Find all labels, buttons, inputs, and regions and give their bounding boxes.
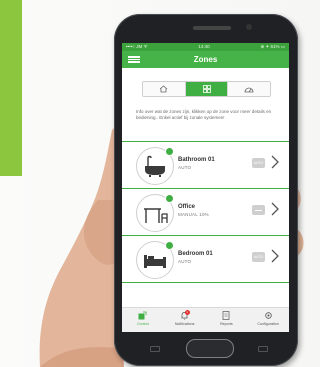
zones-grid-icon [202,85,211,93]
view-tabs [142,81,271,97]
zone-name: Bedroom 01 [178,251,213,257]
zone-name: Bathroom 01 [178,157,215,163]
app-screen: ••••○ JM ᯤ 14:40 ⊕ ✦ 61% ▭ Zones Info ov… [122,43,289,332]
house-icon [160,85,168,93]
zone-row-office[interactable]: Office MANUAL 10% [122,188,289,235]
zone-list: Bathroom 01 AUTO AUTO Office MANUAL 10% … [122,141,289,283]
status-bar: ••••○ JM ᯤ 14:40 ⊕ ✦ 61% ▭ [122,43,289,51]
front-camera [246,24,252,30]
tab-zones[interactable] [185,82,229,96]
chevron-right-icon[interactable] [270,154,280,170]
zone-status-icon [165,194,174,203]
home-button[interactable] [186,339,234,358]
zone-mode: AUTO [178,165,192,170]
status-left: ••••○ JM ᯤ [126,44,148,49]
tab-home[interactable] [143,82,186,96]
nav-label: Notifications [174,322,195,326]
nav-notifications[interactable]: 1 Notifications [164,308,206,332]
zone-status-icon [165,147,174,156]
chevron-right-icon[interactable] [270,248,280,264]
control-icon [138,311,147,320]
back-key[interactable] [258,346,268,352]
bottom-navigation: Control 1 Notifications Reports Configur… [122,307,289,332]
info-text: Info over wat de zones zijn, klikken op … [136,109,272,120]
nav-configuration[interactable]: Configuration [247,308,289,332]
zone-row-bathroom[interactable]: Bathroom 01 AUTO AUTO [122,141,289,188]
app-bar: Zones [122,51,289,68]
nav-label: Configuration [257,322,279,326]
notification-count-badge: 1 [184,310,190,315]
nav-control[interactable]: Control [122,308,164,332]
manual-mode-badge[interactable] [252,205,265,215]
zone-mode-badge[interactable]: AUTO [252,158,265,168]
nav-label: Reports [220,322,233,326]
nav-label: Control [137,322,149,326]
speaker-grille [193,26,231,30]
zone-mode: AUTO [178,259,192,264]
gauge-icon [244,87,254,92]
zone-mode-badge[interactable]: AUTO [252,252,265,262]
hand-mode-icon [255,210,262,211]
report-icon [223,311,230,320]
nav-reports[interactable]: Reports [206,308,248,332]
tab-gauge[interactable] [228,82,270,96]
gear-icon [264,312,272,319]
zone-row-bedroom[interactable]: Bedroom 01 AUTO AUTO [122,235,289,283]
zone-mode: MANUAL 10% [178,212,209,217]
recent-apps-key[interactable] [150,346,160,352]
chevron-right-icon[interactable] [270,201,280,217]
status-right: ⊕ ✦ 61% ▭ [260,44,285,49]
zone-name: Office [178,204,196,210]
status-time: 14:40 [198,44,210,49]
zone-status-icon [165,241,174,250]
page-title: Zones [193,55,218,64]
